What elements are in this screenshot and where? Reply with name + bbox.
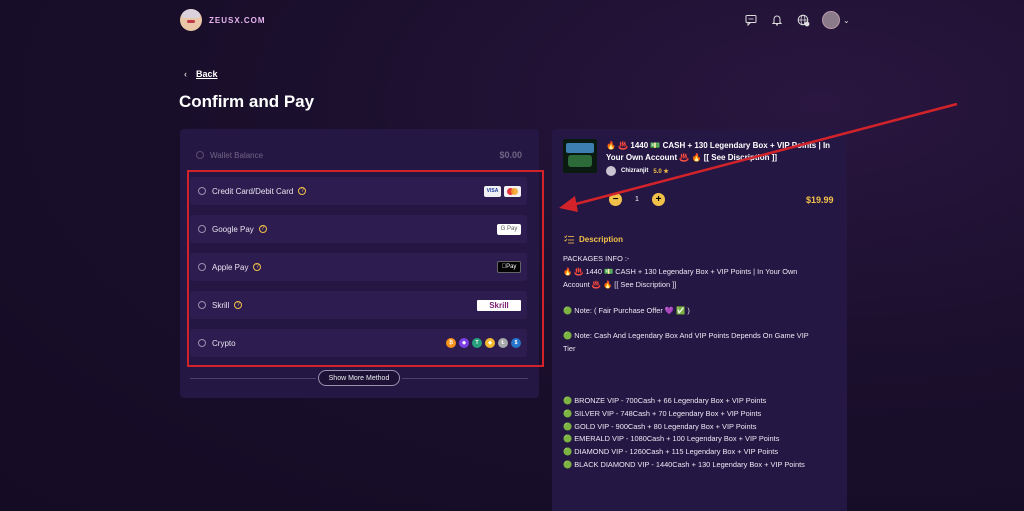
method-label: Google Pay [212,224,254,234]
description-line [563,369,838,382]
method-label: Apple Pay [212,262,249,272]
chevron-down-icon[interactable]: ⌄ [843,16,850,25]
google-pay-radio[interactable] [198,225,206,233]
method-label: Skrill [212,300,230,310]
description-line: 🟢 BRONZE VIP - 700Cash + 66 Legendary Bo… [563,395,767,405]
google-pay-logo-icon: G Pay [497,223,521,235]
help-icon[interactable]: ? [298,187,307,195]
apple-pay-logo-icon: Pay [497,261,521,273]
chat-icon[interactable] [744,13,758,27]
description-line: 🟢 Note: ( Fair Purchase Offer 💜 ✅ ) [563,305,690,315]
payment-method-crypto[interactable]: Crypto ₿ ◆ T ◆ Ł $ [190,329,527,357]
litecoin-icon: Ł [498,338,508,348]
divider-right [402,378,528,379]
payment-method-apple-pay[interactable]: Apple Pay ? Pay [190,253,527,281]
description-body: PACKAGES INFO :- 🔥 ♨️ 1440 💵 CASH + 130 L… [563,253,838,472]
description-line [563,382,838,395]
back-label: Back [196,69,218,79]
wallet-radio [196,151,204,159]
payment-method-credit-card[interactable]: Credit Card/Debit Card ? VISA [190,177,527,205]
help-icon[interactable]: ? [253,263,262,271]
visa-logo-icon: VISA [484,185,501,197]
method-label: Credit Card/Debit Card [212,186,294,196]
product-price: $19.99 [806,195,834,205]
bnb-icon: ◆ [485,338,495,348]
description-line: 🟢 EMERALD VIP - 1080Cash + 100 Legendary… [563,434,780,444]
payment-method-skrill[interactable]: Skrill ? Skrill [190,291,527,319]
decrease-quantity-button[interactable]: − [609,193,622,206]
description-line: 🟢 Note: Cash And Legendary Box And VIP P… [563,331,809,341]
credit-card-radio[interactable] [198,187,206,195]
description-line: 🟢 SILVER VIP - 748Cash + 70 Legendary Bo… [563,408,762,418]
description-line: Account ♨️ 🔥 [[ See Discription ]] [563,279,677,289]
tether-icon: T [472,338,482,348]
wallet-amount: $0.00 [499,150,522,160]
bell-icon[interactable] [770,13,784,27]
ethereum-icon: ◆ [459,338,469,348]
seller-avatar [606,166,616,176]
back-arrow-icon: ‹ [184,69,187,79]
top-bar: ZEUSX.COM ⌄ [0,0,1024,40]
description-line: PACKAGES INFO :- [563,254,630,263]
description-line [563,356,838,369]
globe-icon[interactable] [796,13,810,27]
header-actions: ⌄ [744,11,850,29]
wallet-label: Wallet Balance [210,150,264,160]
page-title: Confirm and Pay [179,92,315,111]
product-thumbnail [563,139,597,173]
description-line: 🟢 GOLD VIP - 900Cash + 80 Legendary Box … [563,421,757,431]
logo-mascot-icon [180,9,202,31]
divider-left [190,378,316,379]
description-line: 🟢 BLACK DIAMOND VIP - 1440Cash + 130 Leg… [563,460,805,470]
wallet-balance-option: Wallet Balance $0.00 [196,148,522,162]
skrill-logo-icon: Skrill [477,299,521,311]
seller-name: Chizranjit [621,168,649,174]
quantity-value: 1 [635,196,639,203]
description-line [563,317,838,330]
help-icon[interactable]: ? [234,301,243,309]
product-title: 🔥 ♨️ 1440 💵 CASH + 130 Legendary Box + V… [606,141,831,162]
method-label: Crypto [212,338,236,348]
description-heading: Description [564,235,623,244]
apple-pay-radio[interactable] [198,263,206,271]
description-line: 🔥 ♨️ 1440 💵 CASH + 130 Legendary Box + V… [563,266,798,276]
description-line [563,292,838,305]
mastercard-logo-icon [504,185,521,197]
crypto-radio[interactable] [198,339,206,347]
list-icon [564,235,574,244]
back-link[interactable]: ‹ Back [184,69,218,79]
payment-method-google-pay[interactable]: Google Pay ? G Pay [190,215,527,243]
usdc-icon: $ [511,338,521,348]
site-logo[interactable]: ZEUSX.COM [180,9,266,31]
seller-rating: 5.0 ★ [653,168,669,175]
seller-info[interactable]: Chizranjit 5.0 ★ [606,166,669,176]
quantity-stepper: − 1 + [609,193,665,206]
help-icon[interactable]: ? [258,225,267,233]
user-avatar[interactable] [822,11,840,29]
bitcoin-icon: ₿ [446,338,456,348]
increase-quantity-button[interactable]: + [652,193,665,206]
skrill-radio[interactable] [198,301,206,309]
show-more-method-button[interactable]: Show More Method [318,370,400,386]
description-line: 🟢 DIAMOND VIP - 1260Cash + 115 Legendary… [563,447,779,457]
description-title: Description [579,235,624,244]
brand-name: ZEUSX.COM [209,15,266,25]
description-line: Tier [563,344,576,354]
